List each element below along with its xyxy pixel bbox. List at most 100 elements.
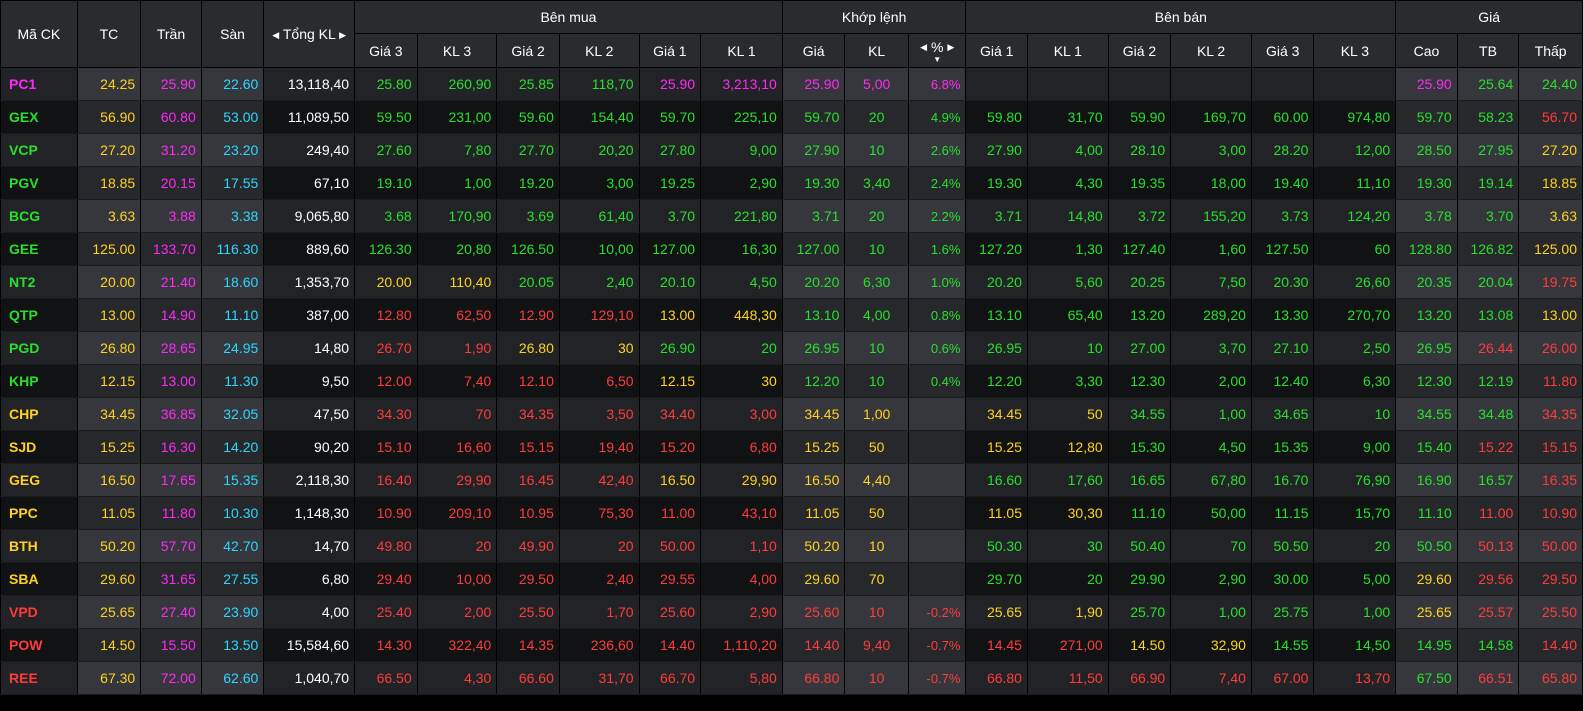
- col-header-sell-3[interactable]: Giá 2: [1107, 33, 1172, 68]
- cell-bid-price-1: 27.80: [638, 133, 702, 167]
- triangle-right-icon[interactable]: ▶: [339, 30, 346, 41]
- cell-bid-price-3: 20.00: [354, 265, 418, 299]
- cell-match-percent: [907, 562, 967, 596]
- cell-ask-price-3: 13.30: [1250, 298, 1315, 332]
- table-row[interactable]: GEX 56.90 60.80 53.00 11,089,50 59.50 231,00 59…: [0, 100, 1583, 134]
- col-header-floor[interactable]: Sàn: [200, 0, 265, 68]
- col-header-total-volume[interactable]: ◀ Tổng KL ▶: [263, 0, 356, 68]
- cell-match-percent: 0.4%: [907, 364, 967, 398]
- table-row[interactable]: VCP 27.20 31.20 23.20 249,40 27.60 7,80 27.70 20…: [0, 133, 1583, 167]
- cell-symbol[interactable]: PPC: [0, 496, 78, 530]
- cell-symbol[interactable]: PGV: [0, 166, 78, 200]
- cell-bid-vol-3: 20,80: [416, 232, 498, 266]
- cell-symbol[interactable]: VPD: [0, 595, 78, 629]
- col-header-buy-6[interactable]: KL 1: [700, 33, 783, 68]
- col-header-buy-3[interactable]: Giá 2: [496, 33, 560, 68]
- cell-bid-vol-2: 75,30: [558, 496, 640, 530]
- col-header-match-percent[interactable]: ◀ % ▶ ▼: [907, 33, 967, 68]
- col-header-price-2[interactable]: TB: [1456, 33, 1520, 68]
- col-header-ceiling[interactable]: Trần: [140, 0, 202, 68]
- triangle-right-icon[interactable]: ▶: [947, 42, 954, 53]
- cell-total-volume: 4,00: [263, 595, 356, 629]
- cell-symbol[interactable]: PC1: [0, 67, 78, 101]
- col-header-buy-2[interactable]: KL 3: [416, 33, 498, 68]
- table-row[interactable]: KHP 12.15 13.00 11.30 9,50 12.00 7,40 12.10 6,50…: [0, 364, 1583, 398]
- col-header-match-2[interactable]: KL: [844, 33, 909, 68]
- table-row[interactable]: NT2 20.00 21.40 18.60 1,353,70 20.00 110,40 20.…: [0, 265, 1583, 299]
- cell-symbol[interactable]: SJD: [0, 430, 78, 464]
- cell-bid-price-1: 29.55: [638, 562, 702, 596]
- col-header-price-3[interactable]: Thấp: [1518, 33, 1583, 68]
- table-row[interactable]: PGD 26.80 28.65 24.95 14,80 26.70 1,90 26.80 30 2…: [0, 331, 1583, 365]
- cell-symbol[interactable]: GEE: [0, 232, 78, 266]
- cell-symbol[interactable]: POW: [0, 628, 78, 662]
- table-row[interactable]: SBA 29.60 31.65 27.55 6,80 29.40 10,00 29.50 2,4…: [0, 562, 1583, 596]
- cell-floor-price: 13.50: [200, 628, 265, 662]
- cell-symbol[interactable]: GEG: [0, 463, 78, 497]
- group-header-buy: Bên mua: [354, 0, 783, 34]
- cell-symbol[interactable]: NT2: [0, 265, 78, 299]
- cell-symbol[interactable]: SBA: [0, 562, 78, 596]
- col-header-buy-5[interactable]: Giá 1: [638, 33, 702, 68]
- col-header-sell-5[interactable]: Giá 3: [1250, 33, 1315, 68]
- cell-ask-price-1: 19.30: [965, 166, 1028, 200]
- cell-bid-price-1: 12.15: [638, 364, 702, 398]
- cell-ceiling-price: 57.70: [140, 529, 202, 563]
- col-header-sell-1[interactable]: Giá 1: [965, 33, 1028, 68]
- col-header-price-1[interactable]: Cao: [1395, 33, 1458, 68]
- table-row[interactable]: SJD 15.25 16.30 14.20 90,20 15.10 16,60 15.15 19…: [0, 430, 1583, 464]
- triangle-left-icon[interactable]: ◀: [920, 42, 927, 53]
- table-row[interactable]: GEE 125.00 133.70 116.30 889,60 126.30 20,80 12…: [0, 232, 1583, 266]
- col-header-symbol[interactable]: Mã CK: [0, 0, 78, 68]
- cell-ask-vol-1: 10: [1026, 331, 1109, 365]
- col-header-sell-2[interactable]: KL 1: [1026, 33, 1109, 68]
- cell-symbol[interactable]: REE: [0, 661, 78, 695]
- col-header-ref[interactable]: TC: [76, 0, 142, 68]
- cell-ask-vol-2: 18,00: [1170, 166, 1252, 200]
- cell-bid-vol-3: 322,40: [416, 628, 498, 662]
- cell-bid-price-1: 50.00: [638, 529, 702, 563]
- cell-match-vol: 4,40: [844, 463, 909, 497]
- cell-ceiling-price: 21.40: [140, 265, 202, 299]
- cell-symbol[interactable]: BTH: [0, 529, 78, 563]
- cell-bid-price-3: 29.40: [354, 562, 418, 596]
- cell-symbol[interactable]: KHP: [0, 364, 78, 398]
- cell-symbol[interactable]: QTP: [0, 298, 78, 332]
- table-row[interactable]: GEG 16.50 17.65 15.35 2,118,30 16.40 29,90 16.4…: [0, 463, 1583, 497]
- cell-symbol[interactable]: GEX: [0, 100, 78, 134]
- table-row[interactable]: PPC 11.05 11.80 10.30 1,148,30 10.90 209,10 10.…: [0, 496, 1583, 530]
- cell-bid-vol-2: 20: [558, 529, 640, 563]
- sort-desc-icon[interactable]: ▼: [909, 55, 966, 63]
- cell-ask-price-3: 60.00: [1250, 100, 1315, 134]
- price-board-body: PC1 24.25 25.90 22.60 13,118,40 25.80 260,90 25…: [0, 67, 1583, 695]
- cell-ask-price-2: 19.35: [1107, 166, 1172, 200]
- table-row[interactable]: CHP 34.45 36.85 32.05 47,50 34.30 70 34.35 3,50 3…: [0, 397, 1583, 431]
- table-row[interactable]: BCG 3.63 3.88 3.38 9,065,80 3.68 170,90 3.69 61,…: [0, 199, 1583, 233]
- table-row[interactable]: PC1 24.25 25.90 22.60 13,118,40 25.80 260,90 25…: [0, 67, 1583, 101]
- col-header-sell-6[interactable]: KL 3: [1313, 33, 1397, 68]
- table-row[interactable]: VPD 25.65 27.40 23.90 4,00 25.40 2,00 25.50 1,70…: [0, 595, 1583, 629]
- cell-symbol[interactable]: BCG: [0, 199, 78, 233]
- cell-bid-vol-3: 170,90: [416, 199, 498, 233]
- cell-ceiling-price: 13.00: [140, 364, 202, 398]
- cell-symbol[interactable]: CHP: [0, 397, 78, 431]
- cell-bid-price-2: 25.50: [496, 595, 560, 629]
- table-row[interactable]: REE 67.30 72.00 62.60 1,040,70 66.50 4,30 66.60…: [0, 661, 1583, 695]
- col-header-match-1[interactable]: Giá: [781, 33, 846, 68]
- table-row[interactable]: BTH 50.20 57.70 42.70 14,70 49.80 20 49.90 20 50.…: [0, 529, 1583, 563]
- col-header-buy-1[interactable]: Giá 3: [354, 33, 418, 68]
- table-row[interactable]: QTP 13.00 14.90 11.10 387,00 12.80 62,50 12.90 1…: [0, 298, 1583, 332]
- cell-ask-vol-3: 13,70: [1313, 661, 1397, 695]
- table-row[interactable]: PGV 18.85 20.15 17.55 67,10 19.10 1,00 19.20 3,0…: [0, 166, 1583, 200]
- cell-low-price: 10.90: [1518, 496, 1583, 530]
- cell-symbol[interactable]: VCP: [0, 133, 78, 167]
- table-row[interactable]: POW 14.50 15.50 13.50 15,584,60 14.30 322,40 14…: [0, 628, 1583, 662]
- cell-ask-vol-1: [1026, 67, 1109, 101]
- col-header-buy-4[interactable]: KL 2: [558, 33, 640, 68]
- cell-symbol[interactable]: PGD: [0, 331, 78, 365]
- col-header-sell-4[interactable]: KL 2: [1170, 33, 1252, 68]
- cell-ask-price-2: 66.90: [1107, 661, 1172, 695]
- triangle-left-icon[interactable]: ◀: [272, 30, 279, 41]
- cell-match-price: 25.60: [781, 595, 846, 629]
- cell-ask-price-2: 15.30: [1107, 430, 1172, 464]
